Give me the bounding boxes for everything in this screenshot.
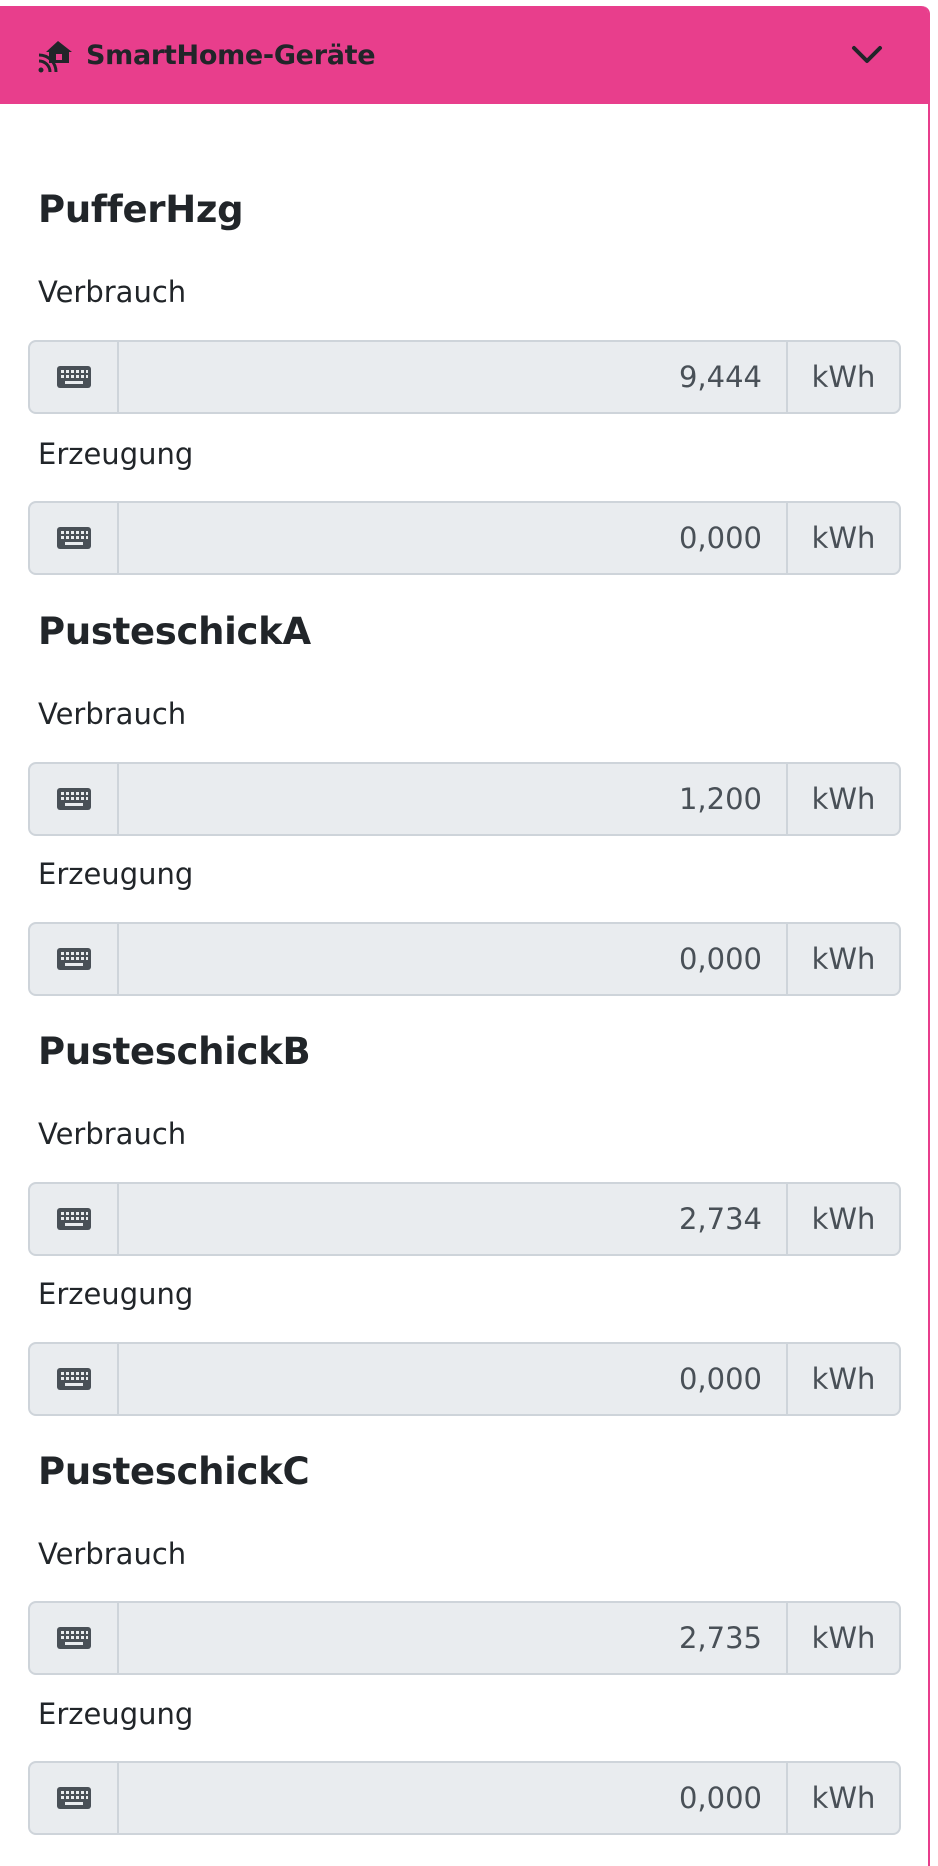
keyboard-icon [30,1763,119,1833]
keyboard-icon [30,924,119,994]
unit-label: kWh [786,1344,899,1414]
keyboard-icon [30,1344,119,1414]
unit-label: kWh [786,1763,899,1833]
consumption-field[interactable]: 9,444 kWh [28,340,901,414]
value-display: 9,444 [678,360,762,394]
keyboard-icon [30,764,119,834]
device-title: PusteschickB [38,1030,311,1073]
keyboard-icon [30,1184,119,1254]
unit-label: kWh [786,1603,899,1673]
field-label: Erzeugung [38,437,194,471]
value-display: 0,000 [678,521,762,555]
keyboard-icon [30,503,119,573]
consumption-field[interactable]: 2,734 kWh [28,1182,901,1256]
chevron-down-icon[interactable] [850,42,884,66]
unit-label: kWh [786,342,899,412]
field-label: Verbrauch [38,1537,187,1571]
consumption-field[interactable]: 1,200 kWh [28,762,901,836]
field-label: Erzeugung [38,1277,194,1311]
keyboard-icon [30,1603,119,1673]
value-display: 0,000 [678,942,762,976]
unit-label: kWh [786,1184,899,1254]
field-label: Verbrauch [38,1117,187,1151]
smarthome-card: SmartHome-Geräte PufferHzg Verbrauch 9,4… [0,6,930,1866]
production-field[interactable]: 0,000 kWh [28,501,901,575]
value-display: 0,000 [678,1781,762,1815]
device-title: PusteschickC [38,1450,310,1493]
value-display: 0,000 [678,1362,762,1396]
card-title: SmartHome-Geräte [86,39,376,71]
field-label: Erzeugung [38,1697,194,1731]
device-title: PusteschickA [38,610,311,653]
consumption-field[interactable]: 2,735 kWh [28,1601,901,1675]
value-display: 1,200 [678,782,762,816]
device-title: PufferHzg [38,188,244,231]
value-display: 2,735 [678,1621,762,1655]
field-label: Verbrauch [38,697,187,731]
production-field[interactable]: 0,000 kWh [28,1761,901,1835]
unit-label: kWh [786,764,899,834]
field-label: Erzeugung [38,857,194,891]
card-header[interactable]: SmartHome-Geräte [0,6,928,104]
keyboard-icon [30,342,119,412]
value-display: 2,734 [678,1202,762,1236]
smarthome-icon [36,35,76,75]
unit-label: kWh [786,503,899,573]
unit-label: kWh [786,924,899,994]
production-field[interactable]: 0,000 kWh [28,1342,901,1416]
production-field[interactable]: 0,000 kWh [28,922,901,996]
field-label: Verbrauch [38,275,187,309]
